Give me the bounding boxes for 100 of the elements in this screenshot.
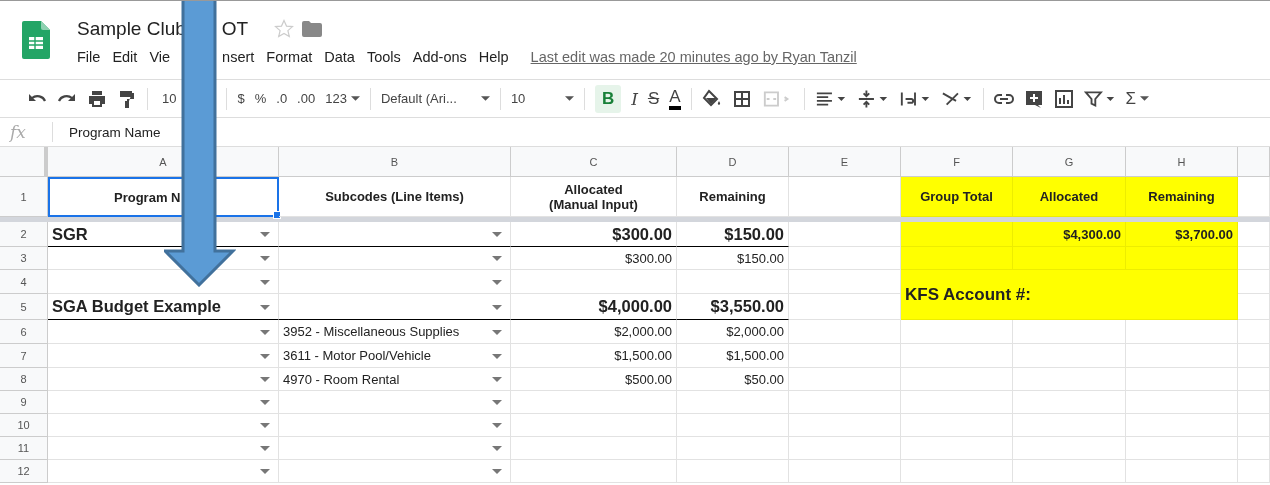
row-header[interactable]: 7 (0, 344, 48, 368)
summary-header-cell: Allocated (1013, 177, 1126, 217)
menu-item[interactable]: Vie (149, 49, 171, 65)
star-icon[interactable] (274, 19, 295, 39)
table-cell (1238, 414, 1270, 437)
table-cell (1238, 320, 1270, 344)
menu-item[interactable]: File (77, 49, 101, 65)
caret-icon[interactable] (350, 96, 360, 101)
italic-button[interactable]: I (631, 88, 638, 109)
table-cell (1238, 437, 1270, 460)
formula-label: fx (0, 122, 53, 142)
filter-icon[interactable] (1083, 88, 1116, 109)
cell-text: $150.00 (737, 250, 784, 266)
chart-icon[interactable] (1053, 88, 1074, 109)
dropdown-arrow-icon[interactable] (492, 400, 502, 405)
column-header[interactable]: F (901, 147, 1013, 177)
percent-button[interactable]: % (254, 91, 267, 106)
dropdown-arrow-icon[interactable] (492, 377, 502, 382)
font-select[interactable]: Default (Ari... (380, 91, 477, 106)
cell-text: $1,500.00 (614, 348, 672, 363)
borders-icon[interactable] (731, 88, 752, 109)
dropdown-arrow-icon[interactable] (260, 377, 270, 382)
menu-item[interactable]: Data (324, 49, 355, 65)
cell-text: $300.00 (625, 250, 672, 266)
dropdown-arrow-icon[interactable] (260, 353, 270, 359)
dropdown-arrow-icon[interactable] (260, 469, 270, 474)
dropdown-arrow-icon[interactable] (492, 423, 502, 428)
row-header[interactable]: 9 (0, 391, 48, 414)
cell-text: 4970 - Room Rental (283, 371, 400, 387)
row-header[interactable]: 1 (0, 177, 48, 217)
document-title[interactable]: OT (221, 18, 249, 40)
dropdown-arrow-icon[interactable] (260, 256, 270, 261)
dropdown-arrow-icon[interactable] (260, 423, 270, 428)
menu-item[interactable]: nsert (222, 49, 255, 65)
menu-item[interactable]: Help (478, 49, 509, 65)
print-icon[interactable] (87, 88, 107, 109)
fill-handle[interactable] (273, 211, 281, 219)
font-size-select[interactable]: 10 (510, 91, 561, 106)
dropdown-arrow-icon[interactable] (492, 304, 502, 310)
sheets-logo-icon[interactable] (22, 21, 50, 59)
dropdown-arrow-icon[interactable] (260, 232, 270, 237)
row-header[interactable]: 4 (0, 270, 48, 294)
folder-icon[interactable] (302, 21, 323, 37)
column-header[interactable]: C (511, 147, 677, 177)
cell-text: $150.00 (724, 224, 784, 244)
bold-button[interactable]: B (594, 84, 622, 113)
dropdown-arrow-icon[interactable] (260, 329, 270, 335)
caret-icon[interactable] (1140, 96, 1150, 101)
table-cell (1238, 368, 1270, 391)
fill-color-icon[interactable] (701, 88, 722, 109)
row-header[interactable]: 10 (0, 414, 48, 437)
menu-item[interactable]: Add-ons (412, 49, 467, 65)
dropdown-arrow-icon[interactable] (260, 446, 270, 451)
row-header[interactable]: 6 (0, 320, 48, 344)
menu-item[interactable]: Edit (112, 49, 138, 65)
strikethrough-button[interactable]: S (647, 88, 660, 109)
cell-text: 3952 - Miscellaneous Supplies (283, 324, 460, 339)
caret-icon[interactable] (480, 96, 490, 101)
cell-text: Program N (114, 189, 181, 205)
column-header[interactable]: G (1013, 147, 1126, 177)
decrease-decimal-button[interactable]: .0 (276, 91, 288, 106)
caret-icon[interactable] (564, 96, 574, 101)
menu-item[interactable]: Tools (366, 49, 401, 65)
cell-text: $50.00 (744, 371, 784, 387)
row-header[interactable]: 3 (0, 247, 48, 270)
dropdown-arrow-icon[interactable] (492, 446, 502, 451)
dropdown-arrow-icon[interactable] (492, 469, 502, 474)
dropdown-arrow-icon[interactable] (260, 400, 270, 405)
menu-item[interactable]: Format (266, 49, 313, 65)
formula-field[interactable]: Program Name (69, 124, 161, 140)
column-header[interactable]: H (1126, 147, 1238, 177)
table-cell (1238, 391, 1270, 414)
more-formats-button[interactable]: 123 (325, 91, 347, 106)
dropdown-arrow-icon[interactable] (492, 232, 502, 237)
dropdown-arrow-icon[interactable] (492, 353, 502, 359)
row-header[interactable]: 5 (0, 294, 48, 320)
dropdown-arrow-icon[interactable] (260, 304, 270, 310)
currency-button[interactable]: $ (237, 91, 245, 106)
column-header[interactable]: E (789, 147, 901, 177)
increase-decimal-button[interactable]: .00 (297, 91, 316, 106)
row-header[interactable]: 12 (0, 460, 48, 483)
dropdown-arrow-icon[interactable] (492, 279, 502, 285)
dropdown-arrow-icon[interactable] (260, 279, 270, 285)
zoom-select[interactable]: 10 (162, 91, 177, 106)
row-header[interactable]: 2 (0, 222, 48, 247)
paint-format-icon[interactable] (117, 88, 137, 109)
functions-button[interactable]: Σ (1125, 88, 1137, 109)
cell-text: SGA Budget Example (52, 297, 221, 316)
vertical-align-icon[interactable] (856, 88, 889, 109)
text-color-button[interactable]: A (669, 87, 681, 110)
dropdown-arrow-icon[interactable] (492, 256, 502, 261)
summary-header-cell: Group Total (901, 177, 1013, 217)
add-comment-icon[interactable] (1023, 88, 1044, 109)
cell-text: $2,000.00 (726, 324, 784, 339)
column-header[interactable]: D (677, 147, 789, 177)
dropdown-arrow-icon[interactable] (492, 329, 502, 335)
last-edit-link[interactable]: Last edit was made 20 minutes ago by Ryan Tanzil (530, 49, 857, 65)
row-header[interactable]: 8 (0, 368, 48, 391)
column-header[interactable]: B (279, 147, 511, 177)
row-header[interactable]: 11 (0, 437, 48, 460)
